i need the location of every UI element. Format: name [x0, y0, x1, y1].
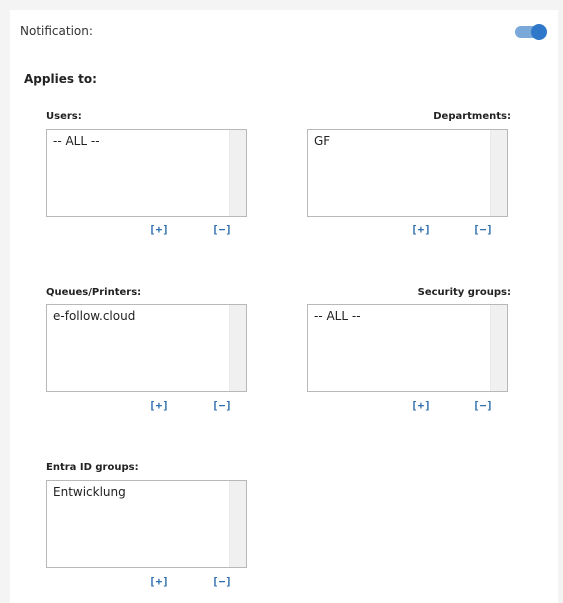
entra-id-groups-add-button[interactable]: [+] — [149, 575, 169, 588]
list-item[interactable]: GF — [314, 134, 330, 148]
users-label: Users: — [46, 111, 82, 122]
toggle-knob — [531, 24, 547, 40]
notification-toggle[interactable] — [515, 24, 547, 40]
departments-add-button[interactable]: [+] — [411, 223, 431, 236]
users-listbox[interactable]: -- ALL -- — [46, 129, 247, 217]
entra-id-groups-label: Entra ID groups: — [46, 462, 139, 473]
security-groups-listbox[interactable]: -- ALL -- — [307, 304, 508, 392]
security-groups-remove-button[interactable]: [−] — [473, 399, 493, 412]
queues-printers-listbox[interactable]: e-follow.cloud — [46, 304, 247, 392]
queues-printers-label: Queues/Printers: — [46, 287, 142, 298]
list-item[interactable]: -- ALL -- — [53, 134, 100, 148]
applies-to-heading: Applies to: — [24, 72, 97, 86]
list-item[interactable]: Entwicklung — [53, 485, 126, 499]
settings-panel: Notification: Applies to: Users: -- ALL … — [10, 10, 558, 603]
security-groups-scrollbar[interactable] — [490, 305, 507, 391]
departments-label: Departments: — [433, 111, 511, 122]
queues-printers-remove-button[interactable]: [−] — [212, 399, 232, 412]
departments-scrollbar[interactable] — [490, 130, 507, 216]
security-groups-label: Security groups: — [417, 287, 511, 298]
users-remove-button[interactable]: [−] — [212, 223, 232, 236]
queues-printers-add-button[interactable]: [+] — [149, 399, 169, 412]
list-item[interactable]: e-follow.cloud — [53, 309, 135, 323]
users-scrollbar[interactable] — [229, 130, 246, 216]
notification-label: Notification: — [20, 24, 93, 38]
queues-printers-scrollbar[interactable] — [229, 305, 246, 391]
list-item[interactable]: -- ALL -- — [314, 309, 361, 323]
users-add-button[interactable]: [+] — [149, 223, 169, 236]
security-groups-add-button[interactable]: [+] — [411, 399, 431, 412]
departments-remove-button[interactable]: [−] — [473, 223, 493, 236]
entra-id-groups-remove-button[interactable]: [−] — [212, 575, 232, 588]
entra-id-groups-listbox[interactable]: Entwicklung — [46, 480, 247, 568]
entra-id-groups-scrollbar[interactable] — [229, 481, 246, 567]
departments-listbox[interactable]: GF — [307, 129, 508, 217]
